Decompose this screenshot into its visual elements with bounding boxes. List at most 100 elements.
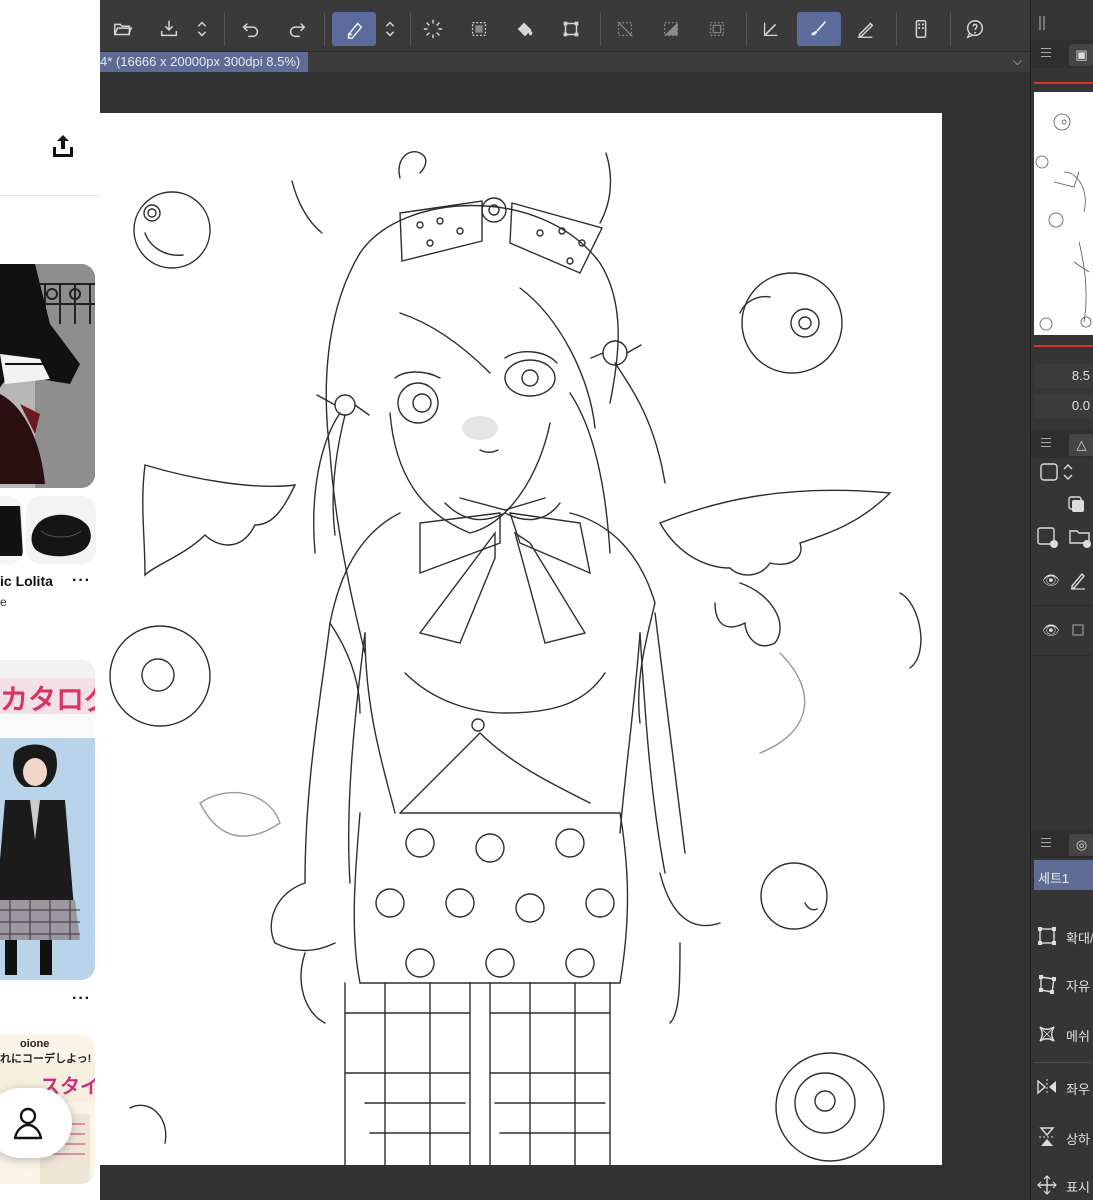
fill-button[interactable] [508, 12, 542, 46]
flip-horizontal-tool[interactable]: 좌우 [1034, 1066, 1093, 1108]
updown-icon [1063, 464, 1073, 480]
pin-title[interactable]: ic Lolita [0, 573, 53, 589]
zoom-field[interactable]: 8.5 [1034, 364, 1093, 388]
pin-thumbnail[interactable] [0, 496, 23, 564]
scale-icon [1038, 927, 1056, 945]
new-folder-button[interactable] [1067, 525, 1093, 549]
right-side-panel: ▣ 8.5 0.0 △ 👁 👁 ◎ 세트1 확대/ 자유 메쉬 좌우 상하 표시 [1030, 0, 1093, 1200]
display-icon [1037, 1175, 1057, 1195]
layer-panel-header: △ [1031, 430, 1093, 458]
invert-selection-icon [663, 21, 679, 37]
panel-grip-handle[interactable] [1039, 16, 1045, 30]
profile-button[interactable] [0, 1088, 72, 1158]
show-selection-button[interactable] [700, 12, 734, 46]
magazine-brand: oione [20, 1038, 50, 1050]
pinterest-side-panel: ic Lolita ··· e カタログ ··· [0, 0, 100, 1200]
redo-icon [289, 22, 306, 38]
menu-icon[interactable] [1041, 48, 1051, 57]
transform-icon [563, 21, 579, 37]
mesh-tool[interactable]: 메쉬 [1034, 1013, 1093, 1055]
eye-icon[interactable]: 👁 [1042, 572, 1060, 589]
sub-tool-panel-header: ◎ [1031, 830, 1093, 858]
blend-mode-stepper[interactable] [1061, 460, 1075, 484]
invert-selection-button[interactable] [654, 12, 688, 46]
navigator-preview[interactable] [1034, 92, 1093, 335]
eye-icon[interactable]: 👁 [1042, 622, 1060, 639]
square-icon [1040, 463, 1058, 481]
pin-image[interactable] [0, 264, 95, 488]
menu-icon[interactable] [1041, 438, 1051, 447]
eraser-options-toggle[interactable] [380, 12, 400, 46]
pen-button[interactable] [848, 12, 882, 46]
show-selection-icon [709, 21, 725, 37]
petticoat-photo [26, 496, 96, 564]
deselect-icon [617, 21, 633, 37]
scale-tool[interactable]: 확대/ [1034, 915, 1093, 957]
save-file-button[interactable] [152, 12, 186, 46]
open-file-button[interactable] [106, 12, 140, 46]
undo-icon [242, 22, 259, 38]
more-options-icon[interactable]: ··· [72, 572, 91, 590]
display-tool[interactable]: 표시 [1034, 1164, 1093, 1200]
layer-tab-icon[interactable]: △ [1069, 434, 1093, 456]
checkbox-icon[interactable] [1072, 624, 1084, 636]
pin-thumbnail[interactable] [26, 496, 96, 564]
layer-clip-button[interactable] [1063, 492, 1089, 516]
smartphone-button[interactable] [904, 12, 938, 46]
brush-button[interactable] [797, 12, 841, 46]
ruler-pen-icon [763, 22, 778, 37]
sub-tool-tab-icon[interactable]: ◎ [1069, 834, 1093, 856]
more-options-icon[interactable]: ··· [72, 990, 91, 1008]
pin-image[interactable]: カタログ [0, 660, 95, 980]
skirt-photo [0, 496, 23, 564]
pen-icon [857, 22, 874, 38]
chevron-down-icon[interactable]: ⌵ [1013, 54, 1022, 69]
free-transform-tool[interactable]: 자유 [1034, 963, 1093, 1005]
smartphone-icon [915, 20, 927, 38]
document-tab-bar: 4* (16666 x 20000px 300dpi 8.5%) ⌵ [100, 52, 1030, 72]
eraser-icon [347, 22, 363, 39]
set-tab[interactable]: 세트1 [1034, 860, 1093, 890]
transform-button[interactable] [554, 12, 588, 46]
select-all-icon [471, 21, 487, 37]
save-options-toggle[interactable] [192, 12, 212, 46]
menu-icon[interactable] [1041, 838, 1051, 847]
loading-spinner-icon [423, 19, 443, 39]
navigator-panel-header: ▣ [1031, 40, 1093, 68]
navigator-tab-icon[interactable]: ▣ [1069, 44, 1093, 66]
gothic-outfit-photo [0, 264, 95, 488]
updown-icon [385, 21, 395, 37]
ruler-pen-button[interactable] [754, 12, 788, 46]
command-bar [100, 0, 1030, 52]
fill-bucket-icon [517, 22, 533, 37]
mesh-icon [1039, 1026, 1055, 1042]
deselect-button[interactable] [608, 12, 642, 46]
layer-row[interactable]: 👁 [1034, 556, 1093, 606]
blend-mode-button[interactable] [1037, 460, 1063, 484]
redo-button[interactable] [280, 12, 314, 46]
undo-button[interactable] [234, 12, 268, 46]
pencil-icon [1071, 572, 1085, 590]
share-button[interactable] [50, 132, 76, 160]
eraser-tool-button[interactable] [332, 12, 376, 46]
drawing-canvas[interactable] [100, 113, 942, 1165]
magazine-banner: れにコーデしよっ! [0, 1053, 92, 1065]
sketch-drawing [109, 151, 922, 1165]
open-file-icon [114, 23, 133, 36]
brush-icon [811, 21, 827, 36]
help-button[interactable] [958, 12, 992, 46]
new-layer-icon [1037, 527, 1058, 548]
layer-row[interactable]: 👁 [1034, 606, 1093, 656]
loading-button[interactable] [416, 12, 450, 46]
flip-vertical-tool[interactable]: 상하 [1034, 1116, 1093, 1158]
flip-horizontal-icon [1037, 1079, 1056, 1095]
pin-subtitle: e [0, 595, 7, 609]
select-all-button[interactable] [462, 12, 496, 46]
help-icon [966, 20, 984, 39]
free-transform-icon [1039, 975, 1056, 994]
rotation-field[interactable]: 0.0 [1034, 394, 1093, 418]
user-icon [13, 1107, 43, 1140]
clip-layer-icon [1068, 496, 1084, 512]
new-layer-button[interactable] [1035, 525, 1061, 549]
document-tab[interactable]: 4* (16666 x 20000px 300dpi 8.5%) [100, 52, 309, 72]
